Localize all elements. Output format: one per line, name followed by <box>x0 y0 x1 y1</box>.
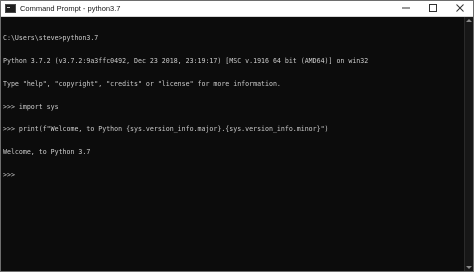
window-controls <box>392 1 473 17</box>
console-line: C:\Users\steve>python3.7 <box>3 34 99 43</box>
close-icon <box>455 4 464 12</box>
console-line: Type "help", "copyright", "credits" or "… <box>3 79 281 88</box>
minimize-icon <box>401 7 410 9</box>
close-button[interactable] <box>446 1 473 16</box>
console-line: >>> print(f"Welcome, to Python {sys.vers… <box>3 125 329 134</box>
maximize-button[interactable] <box>419 1 446 16</box>
title-bar[interactable]: Command Prompt - python3.7 <box>1 1 473 17</box>
maximize-icon <box>428 4 437 12</box>
console-output[interactable]: C:\Users\steve>python3.7 Python 3.7.2 (v… <box>1 17 464 271</box>
console-line: Welcome, to Python 3.7 <box>3 148 91 157</box>
scroll-up-arrow-icon[interactable] <box>466 19 472 22</box>
console-line: >>> import sys <box>3 102 59 111</box>
command-prompt-icon <box>5 4 16 13</box>
console-prompt-line[interactable]: >>> <box>3 171 464 180</box>
scroll-down-arrow-icon[interactable] <box>466 266 472 269</box>
console-line: Python 3.7.2 (v3.7.2:9a3ffc0492, Dec 23 … <box>3 56 369 65</box>
vertical-scrollbar[interactable] <box>464 17 473 271</box>
minimize-button[interactable] <box>392 1 419 16</box>
window-title: Command Prompt - python3.7 <box>20 4 121 13</box>
console-window: Command Prompt - python3.7 C:\Users\stev… <box>0 0 474 272</box>
